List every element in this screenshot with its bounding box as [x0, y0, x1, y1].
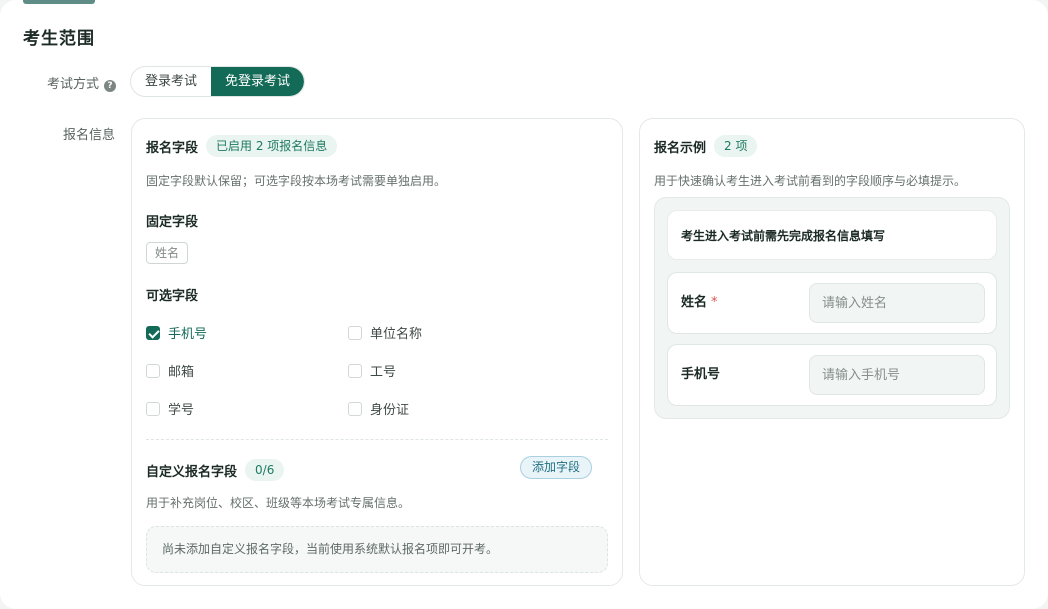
optional-fields-title: 可选字段 — [146, 289, 199, 304]
section-title: 考生范围 — [23, 29, 95, 49]
fixed-field-tag-name: 姓名 — [146, 242, 189, 264]
checkbox-icon — [348, 401, 362, 416]
preview-panel: 考生进入考试前需先完成报名信息填写 姓名* 手机号 — [654, 197, 1010, 419]
preview-field-label: 手机号 — [681, 345, 720, 405]
preview-card-header: 报名示例 2 项 — [654, 135, 758, 157]
checkbox-icon — [348, 363, 362, 378]
fields-card-description: 固定字段默认保留；可选字段按本场考试需要单独启用。 — [146, 174, 447, 188]
add-field-button[interactable]: 添加字段 — [520, 456, 593, 479]
field-label-text: 姓名 — [681, 295, 708, 310]
optional-field-label: 手机号 — [168, 327, 208, 342]
no-login-exam-option[interactable]: 免登录考试 — [211, 67, 305, 96]
custom-fields-description: 用于补充岗位、校区、班级等本场考试专属信息。 — [146, 496, 411, 510]
fields-card-header: 报名字段 已启用 2 项报名信息 — [146, 135, 338, 157]
name-input[interactable] — [809, 283, 985, 323]
top-accent-bar — [23, 0, 95, 4]
section-divider — [146, 439, 608, 440]
phone-input[interactable] — [809, 355, 985, 395]
exam-mode-label: 考试方式 — [47, 77, 100, 92]
required-mark: * — [711, 295, 718, 310]
help-icon[interactable]: ? — [104, 80, 117, 92]
optional-field-label: 邮箱 — [168, 365, 195, 380]
exam-mode-toggle: 登录考试 免登录考试 — [130, 66, 306, 97]
preview-field-phone: 手机号 — [667, 344, 997, 406]
field-label-text: 手机号 — [681, 367, 721, 382]
preview-notice: 考生进入考试前需先完成报名信息填写 — [667, 210, 997, 260]
custom-count-badge: 0/6 — [245, 459, 285, 481]
preview-count-badge: 2 项 — [714, 135, 758, 157]
optional-field-label: 身份证 — [370, 403, 410, 418]
custom-fields-title: 自定义报名字段 — [146, 464, 238, 480]
checkbox-icon — [146, 401, 160, 416]
preview-card-title: 报名示例 — [654, 140, 707, 156]
preview-card-description: 用于快速确认考生进入考试前看到的字段顺序与必填提示。 — [654, 174, 967, 188]
fixed-fields-title: 固定字段 — [146, 215, 199, 230]
optional-field-student-id[interactable]: 学号 — [146, 399, 194, 418]
login-exam-option[interactable]: 登录考试 — [131, 67, 211, 96]
optional-field-phone[interactable]: 手机号 — [146, 323, 207, 342]
optional-field-label: 学号 — [168, 403, 195, 418]
optional-field-label: 单位名称 — [370, 327, 423, 342]
checkbox-icon — [146, 363, 160, 378]
custom-fields-empty-state: 尚未添加自定义报名字段，当前使用系统默认报名项即可开考。 — [146, 526, 608, 573]
checkbox-checked-icon — [146, 325, 160, 340]
preview-field-label: 姓名 * — [681, 273, 718, 333]
registration-label: 报名信息 — [63, 128, 116, 143]
optional-field-employee-id[interactable]: 工号 — [348, 361, 396, 380]
preview-field-name: 姓名 * — [667, 272, 997, 334]
registration-preview-card: 报名示例 2 项 用于快速确认考生进入考试前看到的字段顺序与必填提示。 考生进入… — [639, 118, 1025, 586]
enabled-count-badge: 已启用 2 项报名信息 — [206, 135, 338, 157]
page: 考生范围 考试方式? 登录考试 免登录考试 报名信息 报名字段 已启用 2 项报… — [0, 0, 1048, 609]
optional-field-company[interactable]: 单位名称 — [348, 323, 422, 342]
fields-card-title: 报名字段 — [146, 140, 199, 156]
custom-fields-header: 自定义报名字段 0/6 — [146, 459, 285, 481]
optional-field-id-card[interactable]: 身份证 — [348, 399, 409, 418]
registration-fields-card: 报名字段 已启用 2 项报名信息 固定字段默认保留；可选字段按本场考试需要单独启… — [131, 118, 623, 586]
optional-field-email[interactable]: 邮箱 — [146, 361, 194, 380]
exam-mode-label-wrap: 考试方式? — [47, 73, 117, 92]
optional-field-label: 工号 — [370, 365, 397, 380]
checkbox-icon — [348, 325, 362, 340]
